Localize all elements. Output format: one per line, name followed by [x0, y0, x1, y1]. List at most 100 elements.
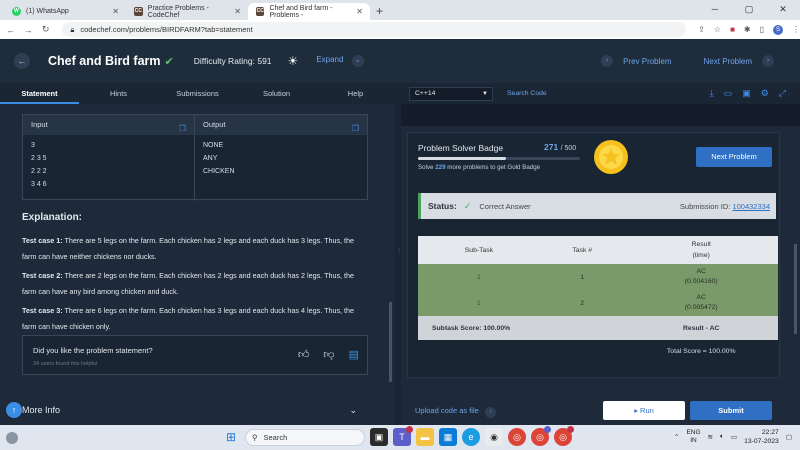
thumbs-up-icon[interactable]: 👍︎: [298, 348, 310, 361]
input-language[interactable]: ENG IN: [686, 429, 700, 445]
thumbs-down-icon[interactable]: 👎︎: [323, 348, 334, 361]
menu-icon[interactable]: ⋮: [792, 25, 800, 34]
extension-icon[interactable]: ■: [730, 25, 735, 34]
chevron-right-icon[interactable]: ›: [762, 55, 774, 67]
teams-icon[interactable]: T: [393, 426, 413, 446]
close-window-button[interactable]: ✕: [766, 0, 800, 20]
run-label: Run: [640, 406, 654, 415]
status-bar: Status: ✓ Correct Answer Submission ID: …: [418, 193, 776, 219]
result-cell: AC (0.005472): [624, 290, 778, 316]
solved-check-icon: ✔: [164, 55, 174, 68]
submit-button[interactable]: Submit: [690, 401, 772, 420]
tab-help[interactable]: Help: [316, 83, 395, 104]
next-problem-button[interactable]: Next Problem: [696, 147, 772, 167]
taskbar-search[interactable]: ⚲ Search: [245, 428, 365, 446]
sidebar-icon[interactable]: ▯: [760, 25, 764, 34]
copy-icon[interactable]: ❐: [179, 119, 186, 139]
system-tray: ⌃ ENG IN ≋ 🔈︎ ▭ 22:27 13-07-2023 ▢: [674, 428, 792, 446]
output-lines: NONE ANY CHICKEN: [195, 135, 367, 182]
tab-submissions[interactable]: Submissions: [158, 83, 237, 104]
windows-start-icon[interactable]: ⊞: [222, 428, 240, 446]
browser-tab-birdfarm[interactable]: CC Chef and Bird farm - Problems - ✕: [248, 3, 370, 20]
badge-progress-bar: [418, 157, 580, 160]
maximize-button[interactable]: ▢: [732, 0, 766, 20]
result-time: (0.004160): [684, 278, 718, 285]
upload-file-link[interactable]: Upload code as file ↑: [415, 406, 496, 418]
share-icon[interactable]: ⇪: [698, 25, 705, 34]
run-button[interactable]: ▸ Run: [603, 401, 685, 420]
tab-hints[interactable]: Hints: [79, 83, 158, 104]
chrome-icon[interactable]: ◎: [508, 428, 526, 446]
taskbar: ⊞ ⚲ Search ▣ T ▬ ▦ e ◉ ◎ ◎ ◎ ⌃ ENG IN ≋ …: [0, 425, 800, 450]
notification-badge: [406, 426, 413, 433]
browser-tab-practice[interactable]: CC Practice Problems - CodeChef ✕: [126, 3, 248, 20]
table-header-row: Sub-Task Task # Result (time): [418, 236, 778, 264]
scrollbar[interactable]: [794, 244, 797, 334]
puzzle-icon[interactable]: ✱: [744, 25, 751, 34]
comment-icon[interactable]: ▤: [349, 348, 359, 361]
browser-tab-strip: W (1) WhatsApp ✕ CC Practice Problems - …: [0, 0, 800, 20]
upload-icon: ↑: [484, 406, 496, 418]
chat-icon[interactable]: ▭: [724, 88, 733, 99]
window-controls: ─ ▢ ✕: [698, 0, 800, 20]
edge-icon[interactable]: e: [462, 428, 480, 446]
clock[interactable]: 22:27 13-07-2023: [744, 428, 779, 446]
back-arrow-icon[interactable]: ←: [14, 53, 30, 69]
store-icon[interactable]: ▦: [439, 428, 457, 446]
battery-icon[interactable]: ▭: [731, 433, 737, 441]
download-icon[interactable]: ⤓: [710, 88, 714, 99]
feedback-question: Did you like the problem statement?: [33, 346, 153, 355]
save-icon[interactable]: ▣: [742, 88, 751, 99]
star-icon[interactable]: ☆: [714, 25, 721, 34]
minimize-button[interactable]: ─: [698, 0, 732, 20]
back-arrow-icon[interactable]: ←: [4, 25, 17, 35]
weather-icon[interactable]: [6, 431, 18, 444]
forward-arrow-icon[interactable]: →: [21, 25, 34, 35]
badge-solved: 271: [544, 142, 559, 152]
copy-icon[interactable]: ❐: [352, 119, 359, 139]
url-bar[interactable]: 🔒︎ codechef.com/problems/BIRDFARM?tab=st…: [62, 22, 687, 37]
caret-down-icon: ▼: [482, 90, 488, 97]
check-icon: ✓: [463, 200, 472, 211]
submission-id-link[interactable]: 100432334: [732, 202, 770, 211]
close-icon[interactable]: ✕: [356, 7, 363, 16]
notification-icon[interactable]: ▢: [786, 433, 792, 441]
reload-icon[interactable]: ↻: [39, 24, 52, 35]
task-view-icon[interactable]: ▣: [370, 428, 388, 446]
search-code-link[interactable]: Search Code: [507, 90, 547, 97]
chrome-profile-icon[interactable]: ◎: [531, 426, 551, 446]
more-info-row[interactable]: ↑ More Info ⌄: [0, 399, 395, 421]
subtask-cell: 1: [418, 264, 540, 290]
task-cell: 2: [539, 290, 625, 316]
badge-total: / 500: [560, 145, 577, 152]
close-icon[interactable]: ✕: [234, 7, 241, 16]
tab-solution[interactable]: Solution: [237, 83, 316, 104]
new-tab-button[interactable]: +: [376, 3, 383, 20]
prev-problem-link[interactable]: Prev Problem: [623, 57, 671, 66]
results-table: Sub-Task Task # Result (time) 1 1 AC (0.0…: [418, 236, 778, 362]
camera-icon[interactable]: ◉: [485, 428, 503, 446]
scrollbar[interactable]: [389, 302, 392, 382]
browser-tab-whatsapp[interactable]: W (1) WhatsApp ✕: [4, 3, 126, 20]
chevron-up-icon[interactable]: ⌃: [674, 433, 679, 441]
column-header-text: Result (time): [691, 241, 711, 259]
expand-button[interactable]: Expand ⌄: [316, 55, 364, 67]
chrome-profile-icon[interactable]: ◎: [554, 426, 574, 446]
scroll-up-icon[interactable]: ↑: [6, 402, 22, 418]
next-problem-link[interactable]: Next Problem: [704, 57, 752, 66]
close-icon[interactable]: ✕: [112, 7, 119, 16]
test-case-explanation: Test case 2: There are 2 legs on the far…: [22, 268, 370, 300]
file-explorer-icon[interactable]: ▬: [416, 428, 434, 446]
profile-avatar[interactable]: S: [773, 24, 784, 35]
more-info-label: More Info: [22, 405, 61, 415]
language-select[interactable]: C++14 ▼: [409, 86, 493, 101]
chevron-left-icon[interactable]: ‹: [601, 55, 614, 67]
settings-gear-icon[interactable]: ⚙: [761, 88, 769, 99]
lang-secondary: IN: [690, 437, 697, 444]
fullscreen-icon[interactable]: ⤢: [779, 88, 786, 99]
theme-toggle-sun-icon[interactable]: ☀: [288, 54, 299, 68]
difficulty-rating: Difficulty Rating: 591: [193, 56, 272, 66]
wifi-icon[interactable]: ≋: [708, 433, 713, 441]
volume-icon[interactable]: 🔈︎: [720, 433, 724, 441]
tab-statement[interactable]: Statement: [0, 83, 79, 104]
